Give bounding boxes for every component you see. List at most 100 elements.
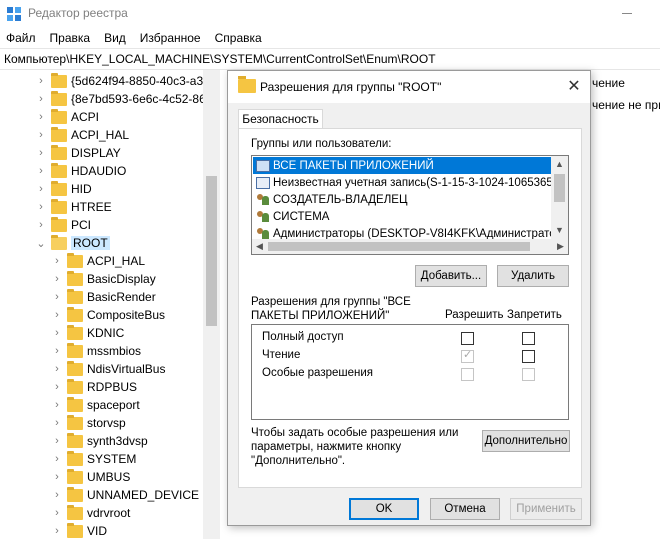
users-vscroll-thumb[interactable] <box>554 174 565 202</box>
tree-item[interactable]: › HDAUDIO <box>36 162 126 180</box>
chevron-right-icon[interactable]: › <box>52 342 62 360</box>
remove-button[interactable]: Удалить <box>497 265 569 287</box>
scroll-down-icon[interactable]: ▼ <box>551 222 568 239</box>
chevron-right-icon[interactable]: › <box>36 72 46 90</box>
chevron-right-icon[interactable]: › <box>52 432 62 450</box>
users-hscroll-thumb[interactable] <box>268 242 530 251</box>
chevron-right-icon[interactable]: › <box>52 396 62 414</box>
add-button[interactable]: Добавить... <box>415 265 487 287</box>
users-listbox[interactable]: ВСЕ ПАКЕТЫ ПРИЛОЖЕНИЙ Неизвестная учетная… <box>251 155 569 255</box>
chevron-right-icon[interactable]: › <box>52 486 62 504</box>
scroll-right-icon[interactable]: ▶ <box>553 239 568 254</box>
close-icon[interactable]: ✕ <box>564 77 584 97</box>
chevron-right-icon[interactable]: › <box>52 306 62 324</box>
tree-item[interactable]: ⌄ ROOT <box>36 234 110 252</box>
tree-item[interactable]: › HTREE <box>36 198 112 216</box>
chevron-right-icon[interactable]: › <box>52 522 62 539</box>
chevron-right-icon[interactable]: › <box>36 144 46 162</box>
tree-item[interactable]: › DISPLAY <box>36 144 121 162</box>
tree-item[interactable]: › UNNAMED_DEVICE <box>52 486 199 504</box>
tree-item[interactable]: › SYSTEM <box>52 450 136 468</box>
users-vscrollbar[interactable]: ▲ ▼ <box>551 156 568 239</box>
deny-checkbox[interactable] <box>522 332 535 345</box>
tree-item[interactable]: › {8e7bd593-6e6c-4c52-86a <box>36 90 203 108</box>
tree-item[interactable]: › storvsp <box>52 414 126 432</box>
chevron-right-icon[interactable]: › <box>36 162 46 180</box>
unknown-account-icon <box>256 176 270 189</box>
ok-button[interactable]: OK <box>349 498 419 520</box>
chevron-right-icon[interactable]: › <box>52 468 62 486</box>
chevron-right-icon[interactable]: › <box>36 198 46 216</box>
user-list-item[interactable]: СОЗДАТЕЛЬ-ВЛАДЕЛЕЦ <box>253 191 407 208</box>
permission-label: Чтение <box>262 349 301 361</box>
chevron-right-icon[interactable]: › <box>52 450 62 468</box>
deny-checkbox[interactable] <box>522 350 535 363</box>
advanced-button[interactable]: Дополнительно <box>482 430 570 452</box>
tree-item[interactable]: › spaceport <box>52 396 140 414</box>
tree-item[interactable]: › synth3dvsp <box>52 432 148 450</box>
chevron-right-icon[interactable]: › <box>36 90 46 108</box>
deny-checkbox[interactable] <box>522 368 535 381</box>
tree-item[interactable]: › ACPI <box>36 108 99 126</box>
tree-item[interactable]: › mssmbios <box>52 342 141 360</box>
tree-item[interactable]: › VID <box>52 522 107 539</box>
chevron-right-icon[interactable]: › <box>52 270 62 288</box>
minimize-icon[interactable] <box>622 13 632 14</box>
apply-button[interactable]: Применить <box>510 498 582 520</box>
tree-item[interactable]: › ACPI_HAL <box>52 252 145 270</box>
folder-icon <box>51 108 67 124</box>
menu-view[interactable]: Вид <box>97 28 133 48</box>
tab-security[interactable]: Безопасность <box>238 109 323 129</box>
chevron-right-icon[interactable]: › <box>52 414 62 432</box>
chevron-right-icon[interactable]: › <box>36 216 46 234</box>
security-tab-panel: Группы или пользователи: ВСЕ ПАКЕТЫ ПРИЛ… <box>238 128 582 488</box>
user-list-item[interactable]: СИСТЕМА <box>253 208 329 225</box>
menu-help[interactable]: Справка <box>208 28 269 48</box>
chevron-right-icon[interactable]: › <box>52 360 62 378</box>
address-bar[interactable]: Компьютер\HKEY_LOCAL_MACHINE\SYSTEM\Curr… <box>0 48 660 70</box>
menu-favorites[interactable]: Избранное <box>133 28 208 48</box>
advanced-hint: Чтобы задать особые разрешения или парам… <box>251 427 459 467</box>
tree-item[interactable]: › BasicRender <box>52 288 156 306</box>
tree-item-label: mssmbios <box>87 344 142 358</box>
users-hscrollbar[interactable]: ◀ ▶ <box>252 239 568 254</box>
permission-label: Особые разрешения <box>262 367 374 379</box>
chevron-right-icon[interactable]: › <box>52 324 62 342</box>
allow-checkbox[interactable] <box>461 332 474 345</box>
tree-item-label: spaceport <box>87 398 140 412</box>
tree-item[interactable]: › KDNIC <box>52 324 124 342</box>
chevron-right-icon[interactable]: › <box>52 378 62 396</box>
chevron-right-icon[interactable]: › <box>36 108 46 126</box>
tree-item[interactable]: › {5d624f94-8850-40c3-a3f <box>36 72 203 90</box>
tree-item-label: synth3dvsp <box>87 434 148 448</box>
allow-checkbox[interactable] <box>461 348 474 363</box>
tree-item[interactable]: › CompositeBus <box>52 306 165 324</box>
chevron-right-icon[interactable]: › <box>52 504 62 522</box>
tree-item[interactable]: › RDPBUS <box>52 378 137 396</box>
chevron-down-icon[interactable]: ⌄ <box>36 234 46 252</box>
scroll-left-icon[interactable]: ◀ <box>252 239 267 254</box>
scroll-up-icon[interactable]: ▲ <box>551 156 568 173</box>
tree-item[interactable]: › BasicDisplay <box>52 270 156 288</box>
user-list-item[interactable]: ВСЕ ПАКЕТЫ ПРИЛОЖЕНИЙ <box>253 157 551 174</box>
tree-item[interactable]: › HID <box>36 180 92 198</box>
cancel-button[interactable]: Отмена <box>430 498 500 520</box>
folder-icon <box>67 324 83 340</box>
menu-edit[interactable]: Правка <box>43 28 98 48</box>
chevron-right-icon[interactable]: › <box>52 288 62 306</box>
folder-icon <box>67 306 83 322</box>
tree-scrollbar[interactable] <box>203 70 220 539</box>
user-list-item[interactable]: Неизвестная учетная запись(S-1-15-3-1024… <box>253 174 568 191</box>
tree-item[interactable]: › vdrvroot <box>52 504 130 522</box>
tree-item[interactable]: › UMBUS <box>52 468 130 486</box>
tree-item[interactable]: › PCI <box>36 216 91 234</box>
tree-item-label: BasicRender <box>87 290 156 304</box>
chevron-right-icon[interactable]: › <box>36 180 46 198</box>
tree-item[interactable]: › ACPI_HAL <box>36 126 129 144</box>
chevron-right-icon[interactable]: › <box>36 126 46 144</box>
tree-scrollbar-thumb[interactable] <box>206 176 217 326</box>
tree-item[interactable]: › NdisVirtualBus <box>52 360 165 378</box>
allow-checkbox[interactable] <box>461 368 474 381</box>
chevron-right-icon[interactable]: › <box>52 252 62 270</box>
menu-file[interactable]: Файл <box>0 28 43 48</box>
